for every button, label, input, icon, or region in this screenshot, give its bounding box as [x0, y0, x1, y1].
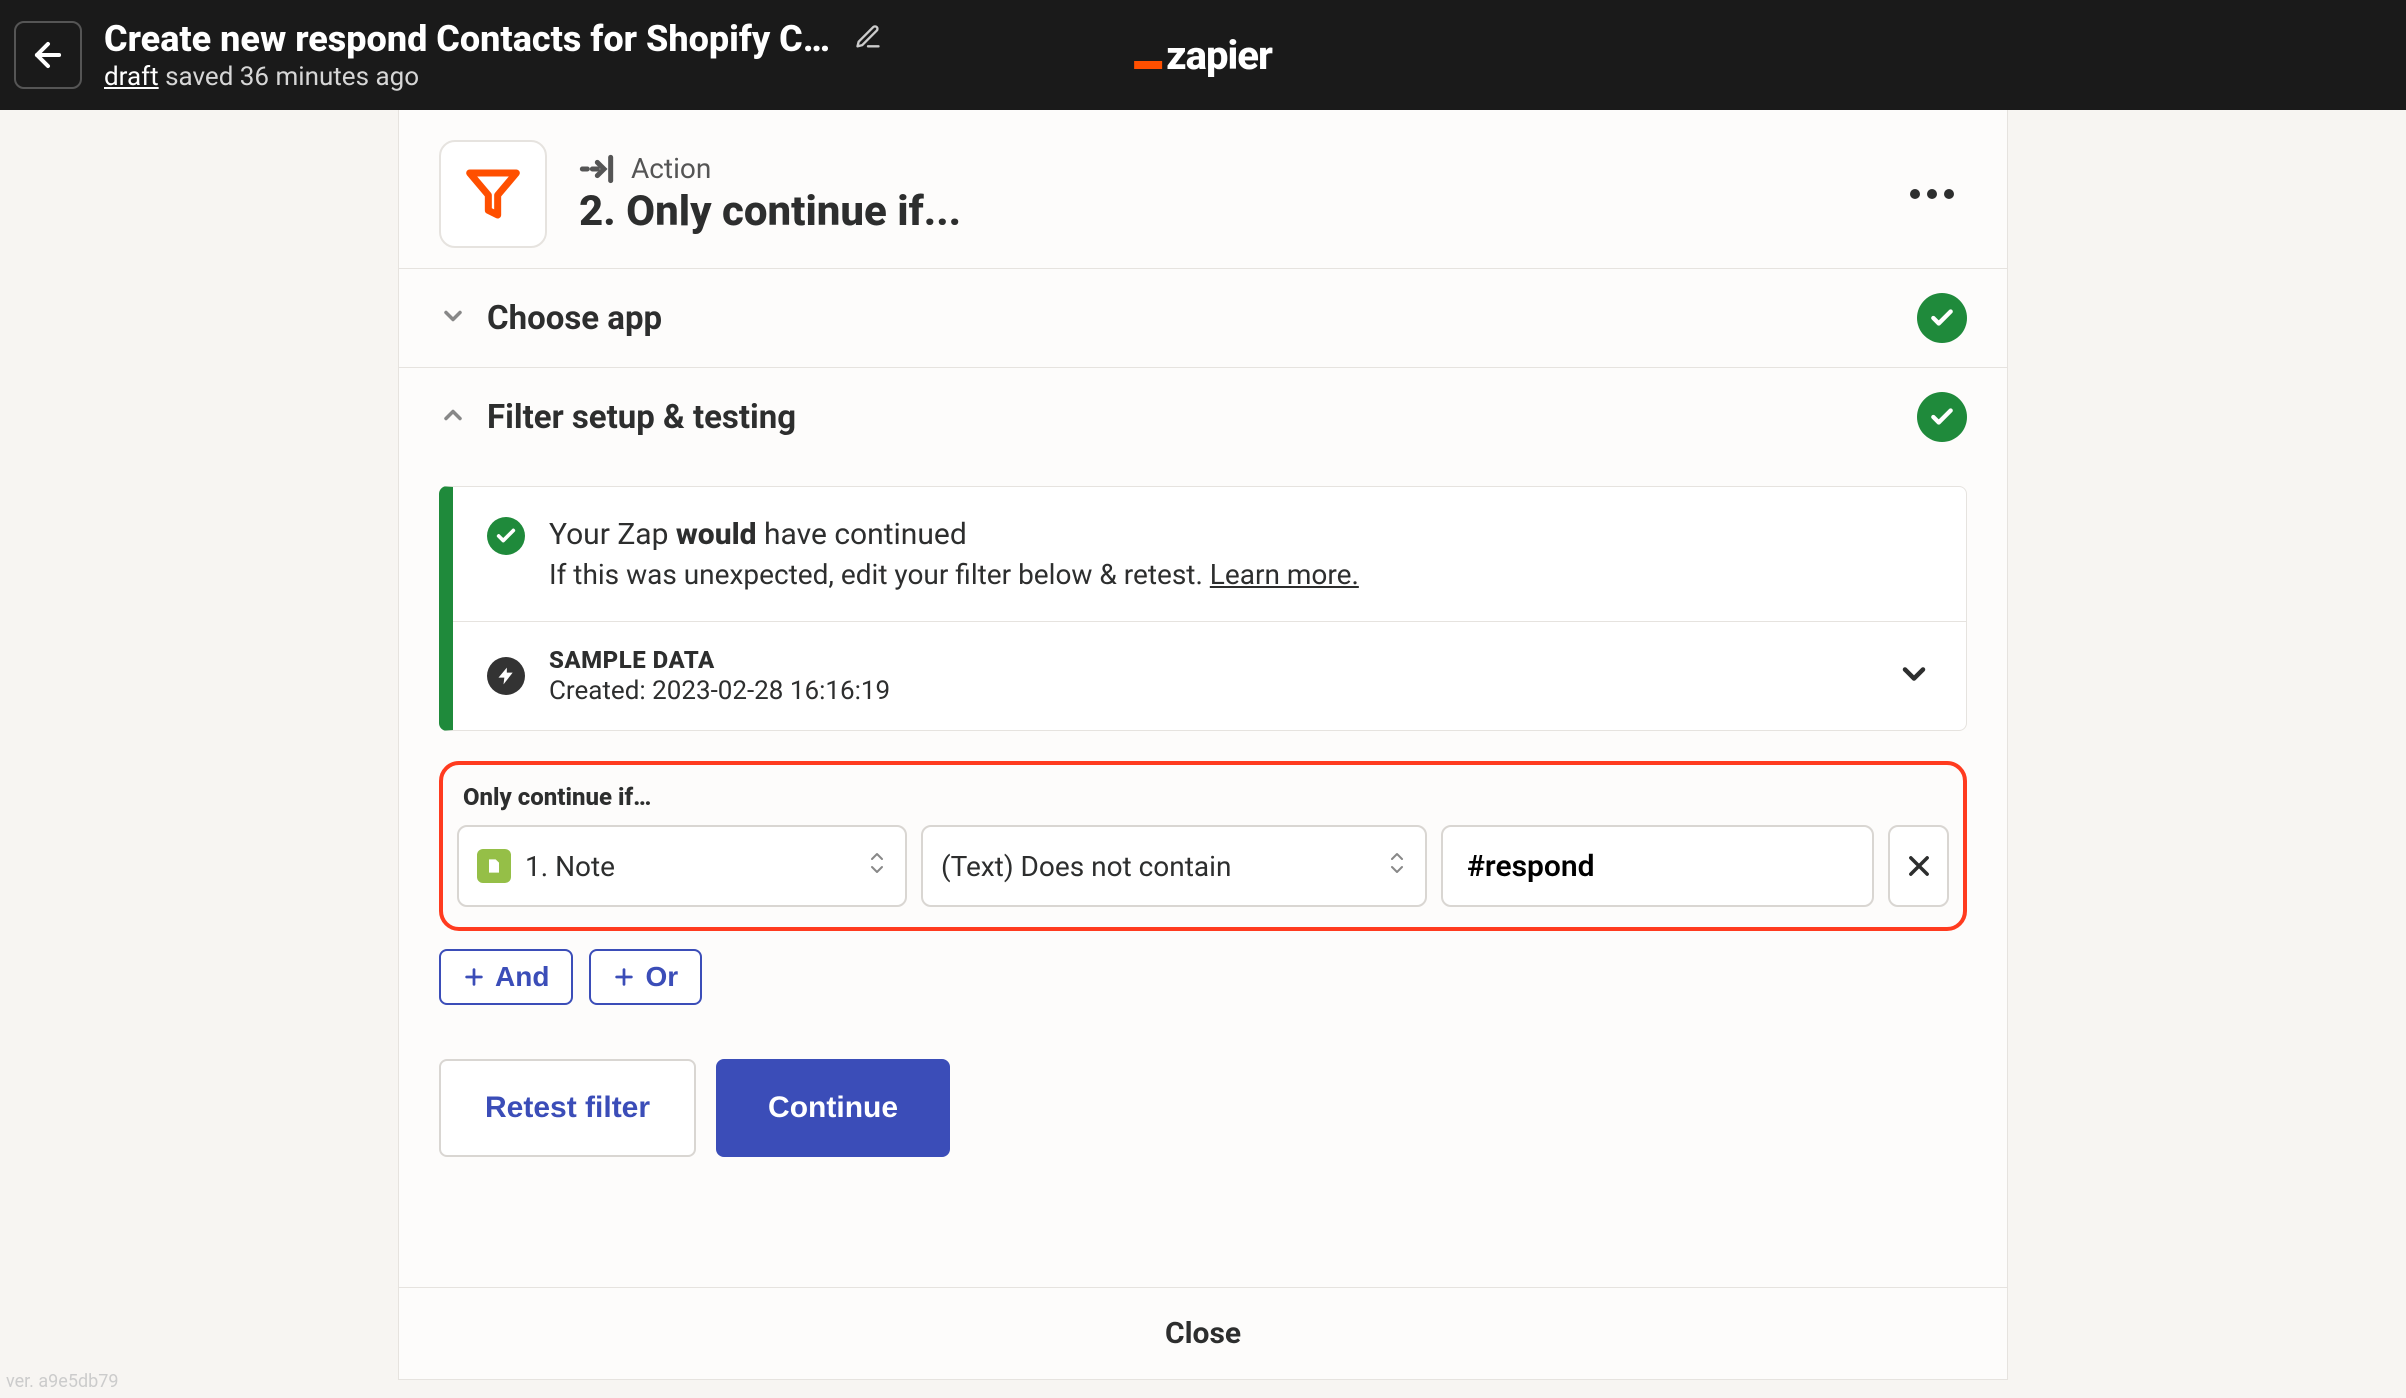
- choose-app-title: Choose app: [487, 299, 1917, 338]
- version-text: ver. a9e5db79: [6, 1371, 118, 1392]
- sample-data-row[interactable]: SAMPLE DATA Created: 2023-02-28 16:16:19: [453, 621, 1966, 730]
- shopify-icon: [477, 849, 511, 883]
- pencil-icon: [854, 23, 882, 51]
- continue-button[interactable]: Continue: [716, 1059, 950, 1157]
- filter-rule-box: Only continue if… 1. Note (Text): [439, 761, 1967, 931]
- result-subtext: If this was unexpected, edit your filter…: [549, 558, 1359, 591]
- arrow-to-line-icon: [579, 154, 619, 184]
- rename-button[interactable]: [854, 23, 882, 55]
- expand-sample-button[interactable]: [1896, 656, 1932, 696]
- editor-panel: Action 2. Only continue if... Choose app…: [398, 110, 2008, 1380]
- plus-icon: [613, 966, 635, 988]
- filter-content: Your Zap would have continued If this wa…: [399, 466, 2007, 1197]
- choose-app-status: [1917, 293, 1967, 343]
- logo-text: zapier: [1166, 32, 1272, 79]
- learn-more-link[interactable]: Learn more.: [1210, 558, 1359, 591]
- sample-data-created: Created: 2023-02-28 16:16:19: [549, 676, 1872, 706]
- filter-rule-label: Only continue if…: [463, 783, 1949, 811]
- sample-data-label: SAMPLE DATA: [549, 646, 1872, 674]
- choose-app-section[interactable]: Choose app: [399, 268, 2007, 367]
- add-and-button[interactable]: And: [439, 949, 573, 1005]
- chevron-down-icon: [1896, 656, 1932, 692]
- action-buttons-row: Retest filter Continue: [439, 1059, 1967, 1157]
- bolt-icon: [487, 657, 525, 695]
- filter-value-input[interactable]: [1441, 825, 1874, 907]
- chevron-down-icon: [439, 302, 467, 334]
- select-updown-icon: [867, 849, 887, 884]
- close-button[interactable]: Close: [399, 1287, 2007, 1379]
- top-bar: Create new respond Contacts for Shopify …: [0, 0, 2406, 110]
- back-button[interactable]: [14, 21, 82, 89]
- close-icon: [1905, 852, 1933, 880]
- test-result-card: Your Zap would have continued If this wa…: [439, 486, 1967, 731]
- step-title: 2. Only continue if...: [579, 187, 1897, 236]
- step-kicker: Action: [579, 152, 1897, 185]
- filter-setup-status: [1917, 392, 1967, 442]
- arrow-left-icon: [29, 36, 67, 74]
- save-status: draft saved 36 minutes ago: [104, 62, 882, 92]
- check-icon: [1929, 404, 1955, 430]
- chevron-up-icon: [439, 401, 467, 433]
- check-icon: [495, 525, 517, 547]
- filter-condition-value: (Text) Does not contain: [941, 850, 1231, 883]
- step-more-button[interactable]: [1897, 173, 1967, 216]
- result-headline: Your Zap would have continued: [549, 517, 1359, 552]
- result-success-icon: [487, 517, 525, 555]
- filter-app-icon: [439, 140, 547, 248]
- filter-setup-section[interactable]: Filter setup & testing: [399, 367, 2007, 466]
- filter-field-value: 1. Note: [525, 850, 615, 883]
- logic-buttons-row: And Or: [439, 949, 1967, 1005]
- zap-title: Create new respond Contacts for Shopify …: [104, 18, 834, 60]
- select-updown-icon: [1387, 849, 1407, 884]
- check-icon: [1929, 305, 1955, 331]
- more-horizontal-icon: [1909, 188, 1955, 200]
- logo-mark: [1134, 61, 1162, 69]
- remove-rule-button[interactable]: [1888, 825, 1949, 907]
- draft-link[interactable]: draft: [104, 62, 159, 92]
- filter-condition-select[interactable]: (Text) Does not contain: [921, 825, 1427, 907]
- funnel-icon: [465, 166, 521, 222]
- plus-icon: [463, 966, 485, 988]
- add-or-button[interactable]: Or: [589, 949, 702, 1005]
- zapier-logo: zapier: [1134, 32, 1272, 79]
- title-block: Create new respond Contacts for Shopify …: [104, 18, 882, 92]
- retest-filter-button[interactable]: Retest filter: [439, 1059, 696, 1157]
- step-header: Action 2. Only continue if...: [399, 110, 2007, 268]
- filter-field-select[interactable]: 1. Note: [457, 825, 907, 907]
- filter-setup-title: Filter setup & testing: [487, 398, 1917, 437]
